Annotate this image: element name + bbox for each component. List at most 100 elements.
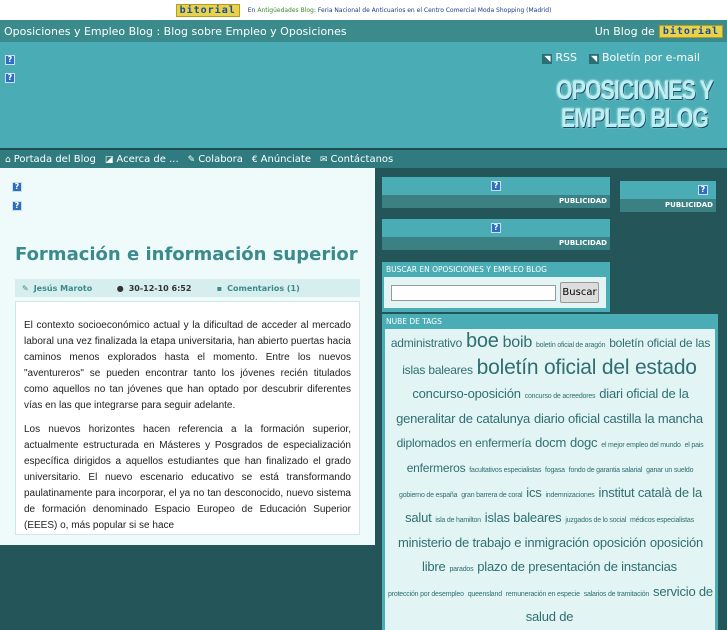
bitorial-logo[interactable]: bitorial xyxy=(658,24,723,38)
tag-link[interactable]: oposición xyxy=(593,535,646,550)
tag-link[interactable]: juzgados de lo social xyxy=(565,517,626,524)
nav-label: Acerca de ... xyxy=(116,153,179,165)
tag-link[interactable]: diplomados en enfermería xyxy=(397,436,532,450)
clock-icon: ● xyxy=(116,283,124,293)
main-content: ? ? Formación e información superior ✎ Je… xyxy=(0,168,375,545)
euro-icon: € xyxy=(251,154,258,165)
nav-item[interactable]: ✉ Contáctanos xyxy=(320,154,393,165)
search-widget: BUSCAR EN OPOSICIONES Y EMPLEO BLOG Busc… xyxy=(382,262,610,312)
tag-link[interactable]: ministerio de trabajo e inmigración xyxy=(398,535,589,550)
broken-image-icon: ? xyxy=(491,223,501,233)
nav-label: Portada del Blog xyxy=(13,153,96,165)
rss-label: RSS xyxy=(555,51,578,64)
broken-image-icon: ? xyxy=(698,185,708,195)
rss-icon: ◥ xyxy=(589,54,600,64)
nav-item[interactable]: ⌂ Portada del Blog xyxy=(5,154,96,165)
post-date: 30-12-10 6:52 xyxy=(128,283,192,293)
tag-link[interactable]: isla de hamilton xyxy=(435,517,481,524)
post-paragraph: El contexto socioeconómico actual y la d… xyxy=(24,320,351,411)
tag-link[interactable]: fondo de garantia salarial xyxy=(569,467,643,474)
post-comments-link[interactable]: Comentarios (1) xyxy=(227,284,300,293)
tag-link[interactable]: médicos especialistas xyxy=(630,517,694,524)
ad-label: PUBLICIDAD xyxy=(382,237,610,250)
tag-link[interactable]: ics xyxy=(526,485,542,500)
pencil-icon: ✎ xyxy=(187,154,196,165)
nav-label: Anúnciate xyxy=(260,153,311,165)
tag-link[interactable]: boib xyxy=(503,334,533,351)
post-paragraph: Los nuevos horizontes hacen referencia a… xyxy=(24,424,351,531)
rss-icon: ◥ xyxy=(542,54,553,64)
tag-link[interactable]: salarios de tramitación xyxy=(584,591,650,598)
network-blog-link[interactable]: Antigüedades Blog: xyxy=(257,7,316,14)
logo-line: OPOSICIONES Y xyxy=(556,75,714,105)
tag-link[interactable]: boe xyxy=(466,330,499,352)
search-input[interactable] xyxy=(391,284,556,301)
tag-cloud-title: NUBE DE TAGS xyxy=(386,317,442,326)
tag-link[interactable]: parados xyxy=(449,566,473,573)
tag-link[interactable]: fogasa xyxy=(545,467,565,474)
site-logo[interactable]: OPOSICIONES Y EMPLEO BLOG xyxy=(556,75,714,133)
nav-item[interactable]: ✎ Colabora xyxy=(188,154,243,165)
ad-label: PUBLICIDAD xyxy=(382,195,610,208)
tag-link[interactable]: concurso-oposición xyxy=(412,386,521,401)
post-author[interactable]: Jesús Maroto xyxy=(34,284,117,293)
header: ? ? ◥ RSS ◥ Boletín por e-mail OPOSICIONES… xyxy=(0,42,727,148)
title-bar: Oposiciones y Empleo Blog : Blog sobre E… xyxy=(0,20,727,42)
ad-box[interactable]: ? PUBLICIDAD xyxy=(620,181,716,212)
tag-link[interactable]: gran barrera de coral xyxy=(461,492,522,499)
tag-link[interactable]: el mejor empleo del mundo xyxy=(601,442,681,449)
site-title[interactable]: Oposiciones y Empleo Blog : Blog sobre E… xyxy=(4,25,347,38)
network-label: Un Blog de xyxy=(594,24,655,38)
tag-link[interactable]: queensland xyxy=(468,591,502,598)
broken-image-icon: ? xyxy=(5,73,15,83)
nav-label: Colabora xyxy=(198,153,243,165)
ad-box[interactable]: ? PUBLICIDAD xyxy=(382,219,610,250)
tag-link[interactable]: remuneración en especie xyxy=(506,591,580,598)
post-meta: ✎ Jesús Maroto ● 30-12-10 6:52 ▪ Comentario… xyxy=(15,279,360,297)
page-icon: ◪ xyxy=(104,154,114,165)
nav-item[interactable]: ◪ Acerca de ... xyxy=(105,154,179,165)
search-button[interactable]: Buscar xyxy=(560,282,599,303)
rss-link[interactable]: ◥ RSS xyxy=(542,51,577,64)
mail-icon: ✉ xyxy=(319,154,328,165)
network-headline-link[interactable]: Feria Nacional de Anticuarios en el Cent… xyxy=(318,7,552,14)
author-icon: ✎ xyxy=(22,283,29,293)
tag-link[interactable]: islas baleares xyxy=(485,510,562,525)
tag-link[interactable]: servicio de salud de xyxy=(526,584,713,624)
tag-link[interactable]: facultativos especialistas xyxy=(469,467,541,474)
ad-box[interactable]: ? PUBLICIDAD xyxy=(382,177,610,208)
tag-link[interactable]: administrativo xyxy=(391,336,462,350)
broken-image-icon: ? xyxy=(12,201,22,211)
post-body: El contexto socioeconómico actual y la d… xyxy=(15,301,360,535)
tag-link[interactable]: enfermeros xyxy=(407,461,466,475)
bitorial-logo[interactable]: bitorial xyxy=(175,3,240,17)
nav-label: Contáctanos xyxy=(330,153,394,165)
tag-link[interactable]: gobierno de españa xyxy=(399,492,457,499)
tag-link[interactable]: concurso de acreedores xyxy=(525,393,596,400)
logo-line: EMPLEO BLOG xyxy=(561,103,709,133)
nav-item[interactable]: € Anúnciate xyxy=(252,154,311,165)
tag-link[interactable]: protección por desempleo xyxy=(388,591,464,598)
broken-image-icon: ? xyxy=(5,55,15,65)
tag-link[interactable]: ganar un sueldo xyxy=(646,467,693,474)
comment-icon: ▪ xyxy=(216,283,223,293)
tag-cloud-widget: NUBE DE TAGS administrativo boe boib bol… xyxy=(382,314,718,630)
broken-image-icon: ? xyxy=(12,182,22,192)
newsletter-link[interactable]: ◥ Boletín por e-mail xyxy=(589,51,700,64)
tag-link[interactable]: boletín oficial de aragón xyxy=(536,342,606,349)
tag-cloud: administrativo boe boib boletín oficial … xyxy=(385,329,715,630)
tag-link[interactable]: indemnizaciones xyxy=(545,492,594,499)
search-widget-title: BUSCAR EN OPOSICIONES Y EMPLEO BLOG xyxy=(386,265,547,274)
main-nav: ⌂ Portada del Blog ◪ Acerca de ... ✎ Colabora… xyxy=(0,148,727,168)
tag-link[interactable]: plazo de presentación de instancias xyxy=(477,559,677,574)
network-bar: bitorial En Antigüedades Blog: Feria Nac… xyxy=(0,0,727,20)
post-title[interactable]: Formación e información superior xyxy=(15,244,358,265)
home-icon: ⌂ xyxy=(5,154,11,165)
broken-image-icon: ? xyxy=(491,181,501,191)
tag-link[interactable]: dogc xyxy=(570,435,598,450)
tag-link[interactable]: diario oficial castilla la mancha xyxy=(534,411,703,426)
tag-link[interactable]: docm xyxy=(535,435,566,450)
tag-link[interactable]: el pais xyxy=(685,442,704,449)
newsletter-label: Boletín por e-mail xyxy=(602,51,700,64)
tag-link[interactable]: boletín oficial del estado xyxy=(477,356,697,379)
